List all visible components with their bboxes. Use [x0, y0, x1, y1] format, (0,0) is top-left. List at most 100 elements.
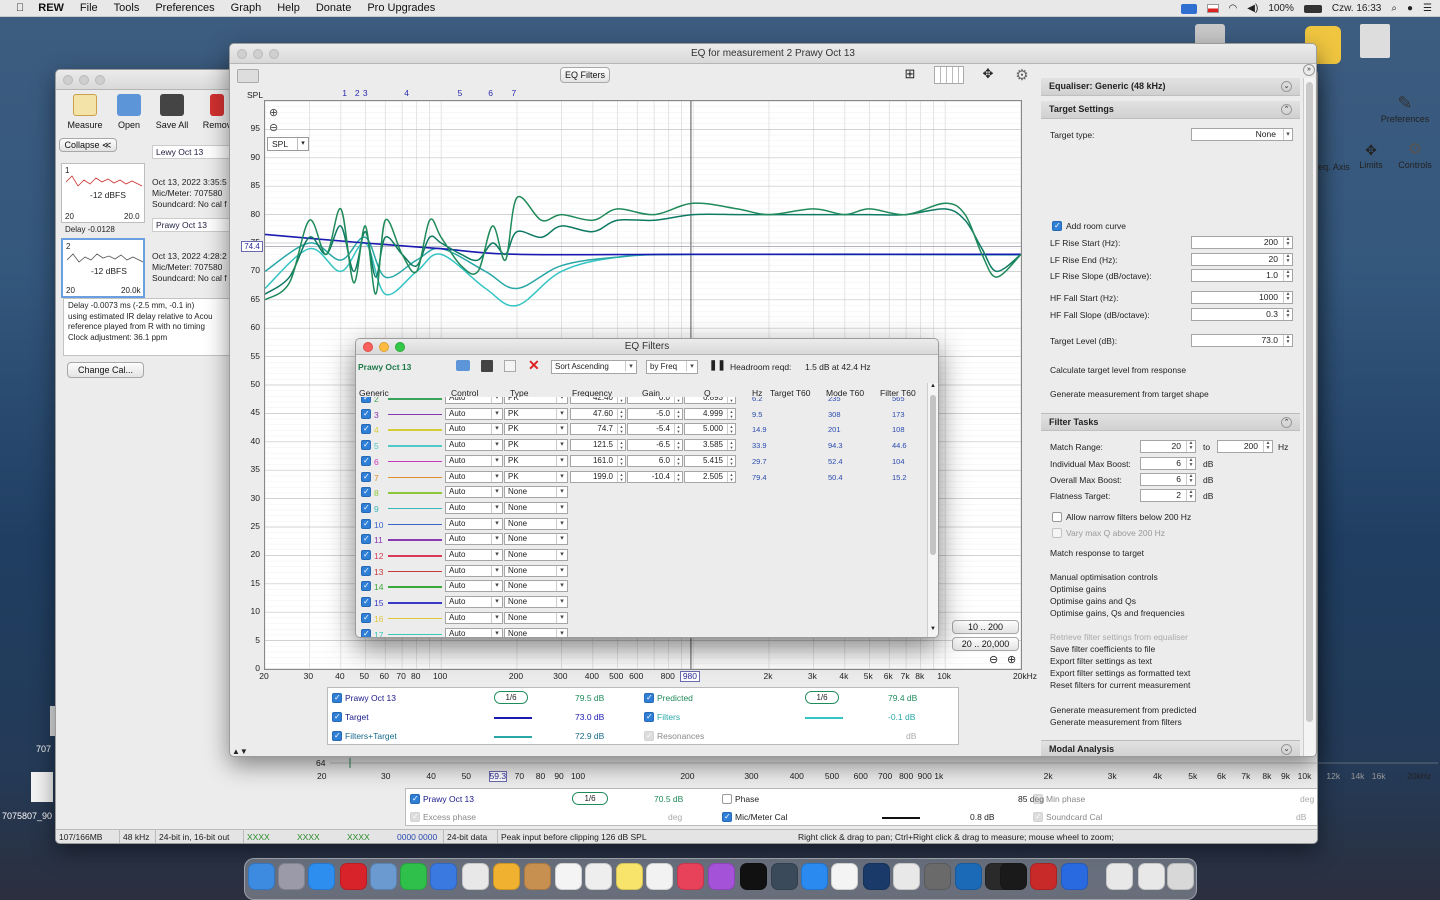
close-icon[interactable]: [363, 342, 373, 352]
ind-boost-field[interactable]: 6 ▲ ▼: [1140, 457, 1196, 470]
optimise-gains-qs-link[interactable]: Optimise gains and Qs: [1050, 596, 1136, 606]
filter-enable-checkbox[interactable]: [361, 597, 371, 608]
filter-enable-checkbox[interactable]: [361, 565, 371, 576]
filter-type-select[interactable]: PK: [504, 407, 568, 420]
minimize-icon[interactable]: [253, 49, 263, 59]
filter-control-select[interactable]: Auto: [445, 454, 503, 467]
save-coef-link[interactable]: Save filter coefficients to file: [1050, 644, 1155, 654]
filter-enable-checkbox[interactable]: [361, 534, 371, 545]
chevron-down-icon-2[interactable]: ⌄: [1281, 744, 1292, 755]
filter-control-select[interactable]: Auto: [445, 397, 503, 404]
legend-check-prawy[interactable]: [410, 794, 420, 804]
filter-type-select[interactable]: None: [504, 517, 568, 530]
filter-frequency-field[interactable]: 199.0 ▲ ▼: [570, 470, 626, 483]
filter-frequency-field[interactable]: 47.60 ▲ ▼: [570, 407, 626, 420]
filter-type-select[interactable]: None: [504, 580, 568, 593]
calendar-icon[interactable]: [555, 863, 582, 890]
filter-control-select[interactable]: Auto: [445, 564, 503, 577]
filter-gain-field[interactable]: 0.0▲▼: [627, 397, 683, 404]
target-type-select[interactable]: None ▾: [1191, 128, 1293, 141]
filter-enable-checkbox[interactable]: [361, 487, 371, 498]
filter-type-select[interactable]: PK: [504, 470, 568, 483]
flatness-field[interactable]: 2 ▲ ▼: [1140, 489, 1196, 502]
music-app-icon[interactable]: [646, 863, 673, 890]
filter-control-select[interactable]: Auto: [445, 580, 503, 593]
filter-frequency-field[interactable]: 121.5 ▲ ▼: [570, 439, 626, 452]
filter-type-select[interactable]: PK: [504, 439, 568, 452]
export-formatted-link[interactable]: Export filter settings as formatted text: [1050, 668, 1190, 678]
filter-type-select[interactable]: None: [504, 501, 568, 514]
sort-select[interactable]: Sort Ascending: [551, 360, 637, 374]
spotlight-icon[interactable]: ⌕: [1391, 3, 1397, 14]
limits-icon-eq[interactable]: ✥: [975, 66, 1001, 84]
filter-control-select[interactable]: Auto: [445, 533, 503, 546]
legend-smooth-prawy[interactable]: 1/6: [572, 792, 608, 805]
change-cal-button[interactable]: Change Cal...: [67, 362, 144, 378]
eq-legend-smooth-1[interactable]: 1/6: [494, 691, 528, 704]
retrieve-settings-link[interactable]: Retrieve filter settings from equaliser: [1050, 632, 1188, 642]
gen-predicted-link[interactable]: Generate measurement from predicted: [1050, 705, 1196, 715]
match-range-from[interactable]: 20 ▲ ▼: [1140, 440, 1196, 453]
files-icon[interactable]: [1106, 863, 1133, 890]
input-source-icon[interactable]: [1180, 3, 1197, 14]
drive-icon[interactable]: [1360, 24, 1390, 58]
filter-marker[interactable]: 5: [457, 88, 462, 98]
legend-check-excess[interactable]: [410, 812, 420, 822]
filter-enable-checkbox[interactable]: [361, 471, 371, 482]
eqf-scrollbar[interactable]: ▲ ▼: [927, 383, 938, 637]
apple-menu[interactable]: : [16, 2, 24, 14]
filter-frequency-field[interactable]: 74.7 ▲ ▼: [570, 423, 626, 436]
wifi-icon[interactable]: ◠: [1229, 3, 1238, 14]
target-settings-header[interactable]: Target Settings ⌃: [1041, 101, 1300, 119]
filter-enable-checkbox[interactable]: [361, 440, 371, 451]
gen-target-link[interactable]: Generate measurement from target shape: [1050, 389, 1209, 399]
save-all-button[interactable]: Save All: [147, 94, 197, 130]
menu-tools[interactable]: Tools: [114, 2, 140, 14]
filter-control-select[interactable]: Auto: [445, 486, 503, 499]
filter-control-select[interactable]: Auto: [445, 439, 503, 452]
panel-toggle-icon[interactable]: »: [1303, 64, 1315, 76]
vpn-app-icon[interactable]: [1061, 863, 1088, 890]
piano-app-icon[interactable]: [1000, 863, 1027, 890]
preview-icon[interactable]: [370, 863, 397, 890]
legend-check-minphase[interactable]: [1033, 794, 1043, 804]
app-store-icon[interactable]: [801, 863, 828, 890]
safari-icon[interactable]: [308, 863, 335, 890]
filter-marker[interactable]: 7: [511, 88, 516, 98]
minimize-icon[interactable]: [379, 342, 389, 352]
finder-icon[interactable]: [248, 863, 275, 890]
reset-filters-link[interactable]: Reset filters for current measurement: [1050, 680, 1190, 690]
menu-preferences[interactable]: Preferences: [155, 2, 214, 14]
spl-select[interactable]: SPL ▾: [267, 137, 309, 151]
menu-file[interactable]: File: [80, 2, 98, 14]
legend-check-filters-target[interactable]: [332, 731, 342, 741]
graph-tools-icon[interactable]: ⊞: [896, 66, 924, 84]
legend-check-sccal[interactable]: [1033, 812, 1043, 822]
filter-type-select[interactable]: None: [504, 611, 568, 624]
eq-legend-smooth-2[interactable]: 1/6: [805, 691, 839, 704]
podcasts-icon[interactable]: [677, 863, 704, 890]
filter-enable-checkbox[interactable]: [361, 612, 371, 623]
maps-icon[interactable]: [462, 863, 489, 890]
target-row-field[interactable]: 73.0 ▲ ▼: [1191, 334, 1293, 347]
target-row-field[interactable]: 20 ▲ ▼: [1191, 253, 1293, 266]
menu-app-rew[interactable]: REW: [38, 2, 64, 14]
launchpad-icon[interactable]: [278, 863, 305, 890]
filter-type-select[interactable]: None: [504, 486, 568, 499]
mouse-app-icon[interactable]: [893, 863, 920, 890]
filter-control-select[interactable]: Auto: [445, 627, 503, 637]
filter-q-field[interactable]: 5.415 ▲ ▼: [684, 454, 736, 467]
filter-type-select[interactable]: None: [504, 549, 568, 561]
meas-thumb-2[interactable]: 2 -12 dBFS 20 20.0k: [61, 238, 145, 298]
menu-help[interactable]: Help: [277, 2, 300, 14]
messages-icon[interactable]: [430, 863, 457, 890]
filter-enable-checkbox[interactable]: [361, 397, 371, 403]
range-20-20000-button[interactable]: 20 .. 20,000: [952, 637, 1019, 651]
save-icon[interactable]: [481, 360, 493, 372]
system-prefs-icon[interactable]: [924, 863, 951, 890]
zoom-icon[interactable]: [395, 342, 405, 352]
filter-control-select[interactable]: Auto: [445, 611, 503, 624]
add-room-curve-checkbox[interactable]: [1052, 221, 1062, 231]
filter-enable-checkbox[interactable]: [361, 628, 371, 637]
filter-enable-checkbox[interactable]: [361, 424, 371, 435]
